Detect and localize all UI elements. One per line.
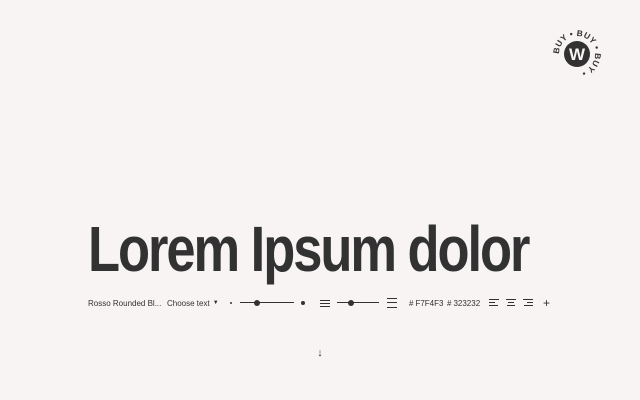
font-size-large-icon: [301, 301, 305, 305]
font-name-label: Rosso Rounded Bl...: [88, 298, 162, 308]
arrow-down-icon[interactable]: ↓: [314, 346, 326, 360]
background-color-field[interactable]: # F7F4F3: [409, 294, 443, 312]
hash-label: #: [409, 298, 414, 308]
buy-badge-letter: W: [564, 41, 590, 67]
caret-down-icon: ▼: [212, 300, 219, 306]
line-height-slider-track: [337, 302, 379, 303]
choose-text-label: Choose text: [167, 298, 210, 308]
align-center-icon[interactable]: [506, 298, 516, 308]
type-tester-toolbar: Rosso Rounded Bl... Choose text ▼ # F7F4…: [88, 294, 558, 312]
line-height-slider-thumb[interactable]: [347, 300, 354, 306]
page: BUY • BUY • BUY • W Lorem Ipsum dolor Ro…: [0, 0, 640, 400]
font-size-slider-thumb[interactable]: [254, 300, 261, 306]
line-height-tight-icon: [320, 298, 330, 308]
font-size-slider-track: [240, 302, 294, 303]
hash-label: #: [447, 298, 452, 308]
plus-icon[interactable]: +: [543, 294, 550, 312]
align-right-icon[interactable]: [523, 298, 533, 308]
line-height-loose-icon: [387, 298, 397, 308]
font-select[interactable]: Rosso Rounded Bl...: [88, 294, 161, 312]
choose-text-dropdown[interactable]: Choose text ▼: [167, 294, 219, 312]
background-color-value: F7F4F3: [415, 298, 444, 308]
font-size-slider[interactable]: [240, 294, 294, 312]
text-color-value: 323232: [453, 298, 481, 308]
text-color-field[interactable]: # 323232: [447, 294, 480, 312]
line-height-slider[interactable]: [337, 294, 379, 312]
font-size-small-icon: [230, 302, 232, 304]
buy-badge[interactable]: BUY • BUY • BUY • W: [553, 30, 601, 78]
align-left-icon[interactable]: [489, 298, 499, 308]
font-preview-text[interactable]: Lorem Ipsum dolor: [88, 214, 530, 284]
